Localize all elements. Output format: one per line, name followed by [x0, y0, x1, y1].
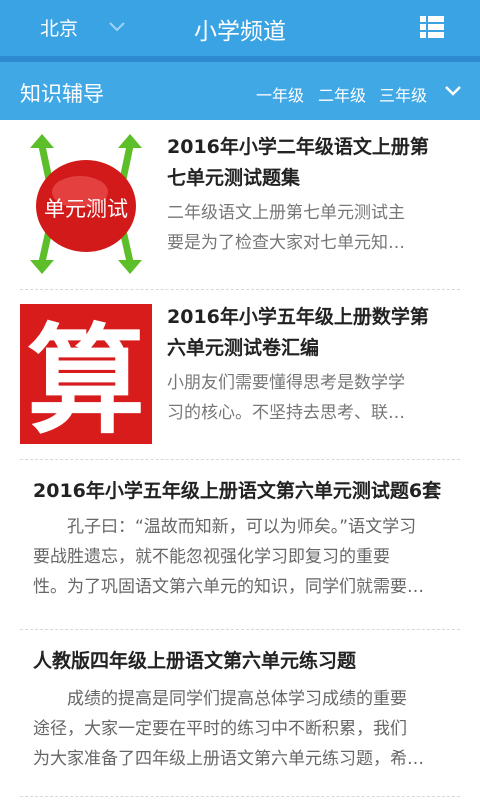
grade-tab-2[interactable]: 二年级: [318, 82, 366, 106]
article-summary: 成绩的提高是同学们提高总体学习成绩的重要 途径，大家一定要在平时的练习中不断积累…: [33, 689, 424, 769]
article-summary: 二年级语文上册第七单元测试主 要是为了检查大家对七单元知…: [167, 203, 405, 253]
grade-tab-1[interactable]: 一年级: [256, 82, 304, 106]
section-title: 知识辅导: [20, 82, 104, 106]
expand-grades-icon[interactable]: [444, 84, 462, 98]
divider: [20, 459, 460, 460]
thumb-text: 单元测试: [44, 197, 128, 221]
article-title[interactable]: 2016年小学二年级语文上册第 七单元测试题集: [167, 132, 429, 194]
page-title: 小学频道: [194, 19, 286, 45]
divider: [20, 289, 460, 290]
article-summary: 孔子曰：“温故而知新，可以为师矣。”语文学习 要战胜遗忘，就不能忽视强化学习即复…: [33, 517, 424, 597]
article-title[interactable]: 人教版四年级上册语文第六单元练习题: [33, 646, 356, 676]
divider: [20, 629, 460, 630]
grade-tab-3[interactable]: 三年级: [379, 82, 427, 106]
math-thumbnail: 算: [20, 304, 152, 444]
list-menu-icon[interactable]: [420, 16, 444, 38]
category-bar: 知识辅导 一年级 二年级 三年级: [0, 62, 480, 120]
unit-test-thumbnail: 单元测试: [20, 134, 152, 274]
thumb-text: 算: [27, 312, 145, 444]
article-summary: 小朋友们需要懂得思考是数学学 习的核心。不坚持去思考、联…: [167, 373, 405, 423]
article-title[interactable]: 2016年小学五年级上册语文第六单元测试题6套: [33, 476, 441, 506]
article-title[interactable]: 2016年小学五年级上册数学第 六单元测试卷汇编: [167, 302, 429, 364]
divider: [20, 796, 460, 797]
top-bar: 北京 小学频道: [0, 0, 480, 56]
